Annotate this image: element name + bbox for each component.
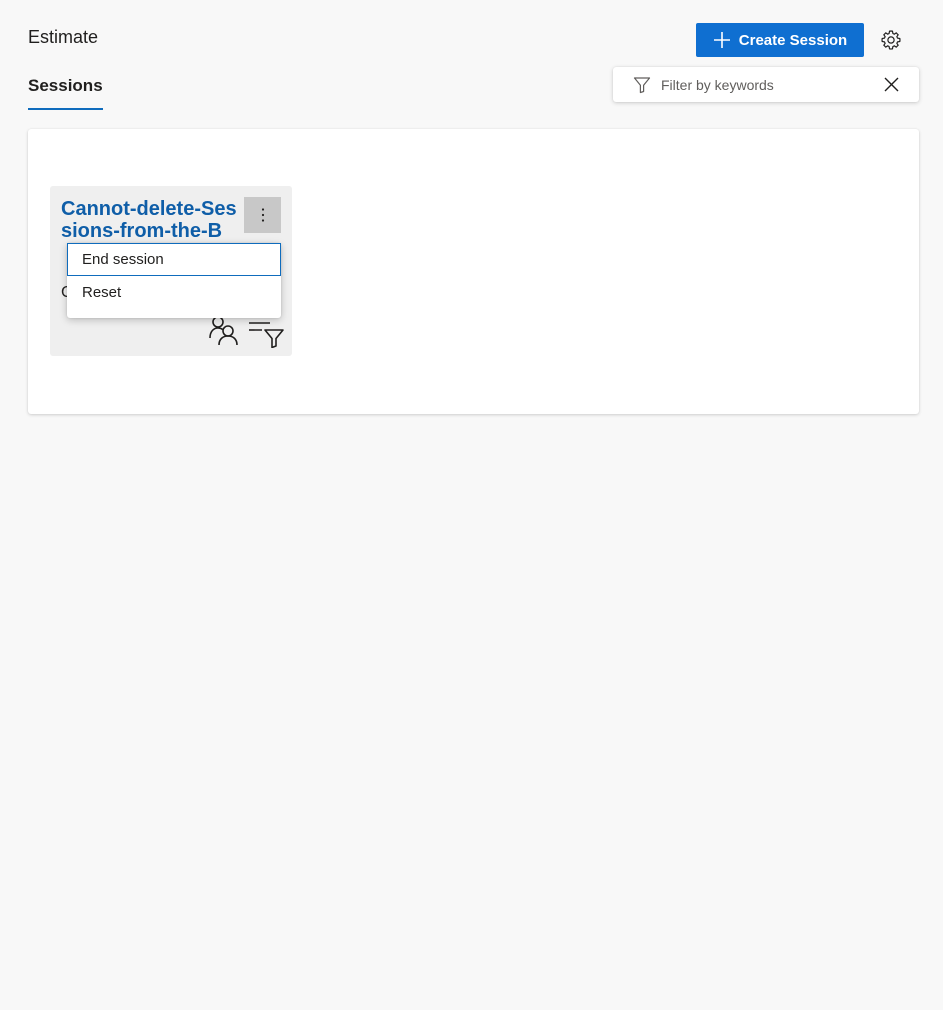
create-session-label: Create Session [738, 31, 848, 49]
filter-bar [613, 67, 919, 102]
plus-icon [713, 32, 730, 48]
page-title: Estimate [28, 27, 99, 47]
filter-input[interactable] [661, 76, 871, 93]
menu-item-end-session[interactable]: End session [67, 243, 281, 276]
session-title-link[interactable]: Cannot-delete-Sessions-from-the-B [61, 198, 245, 242]
tab-sessions[interactable]: Sessions [28, 75, 103, 110]
context-menu: End session Reset [67, 243, 281, 318]
more-options-button[interactable] [244, 197, 281, 233]
create-session-button[interactable]: Create Session [696, 23, 864, 57]
menu-item-reset[interactable]: Reset [67, 276, 281, 309]
people-icon[interactable] [208, 314, 240, 346]
gear-icon[interactable] [880, 29, 902, 51]
funnel-icon [633, 76, 651, 93]
more-vertical-icon [261, 208, 264, 222]
filter-list-icon[interactable] [248, 318, 284, 348]
close-icon[interactable] [884, 77, 899, 92]
